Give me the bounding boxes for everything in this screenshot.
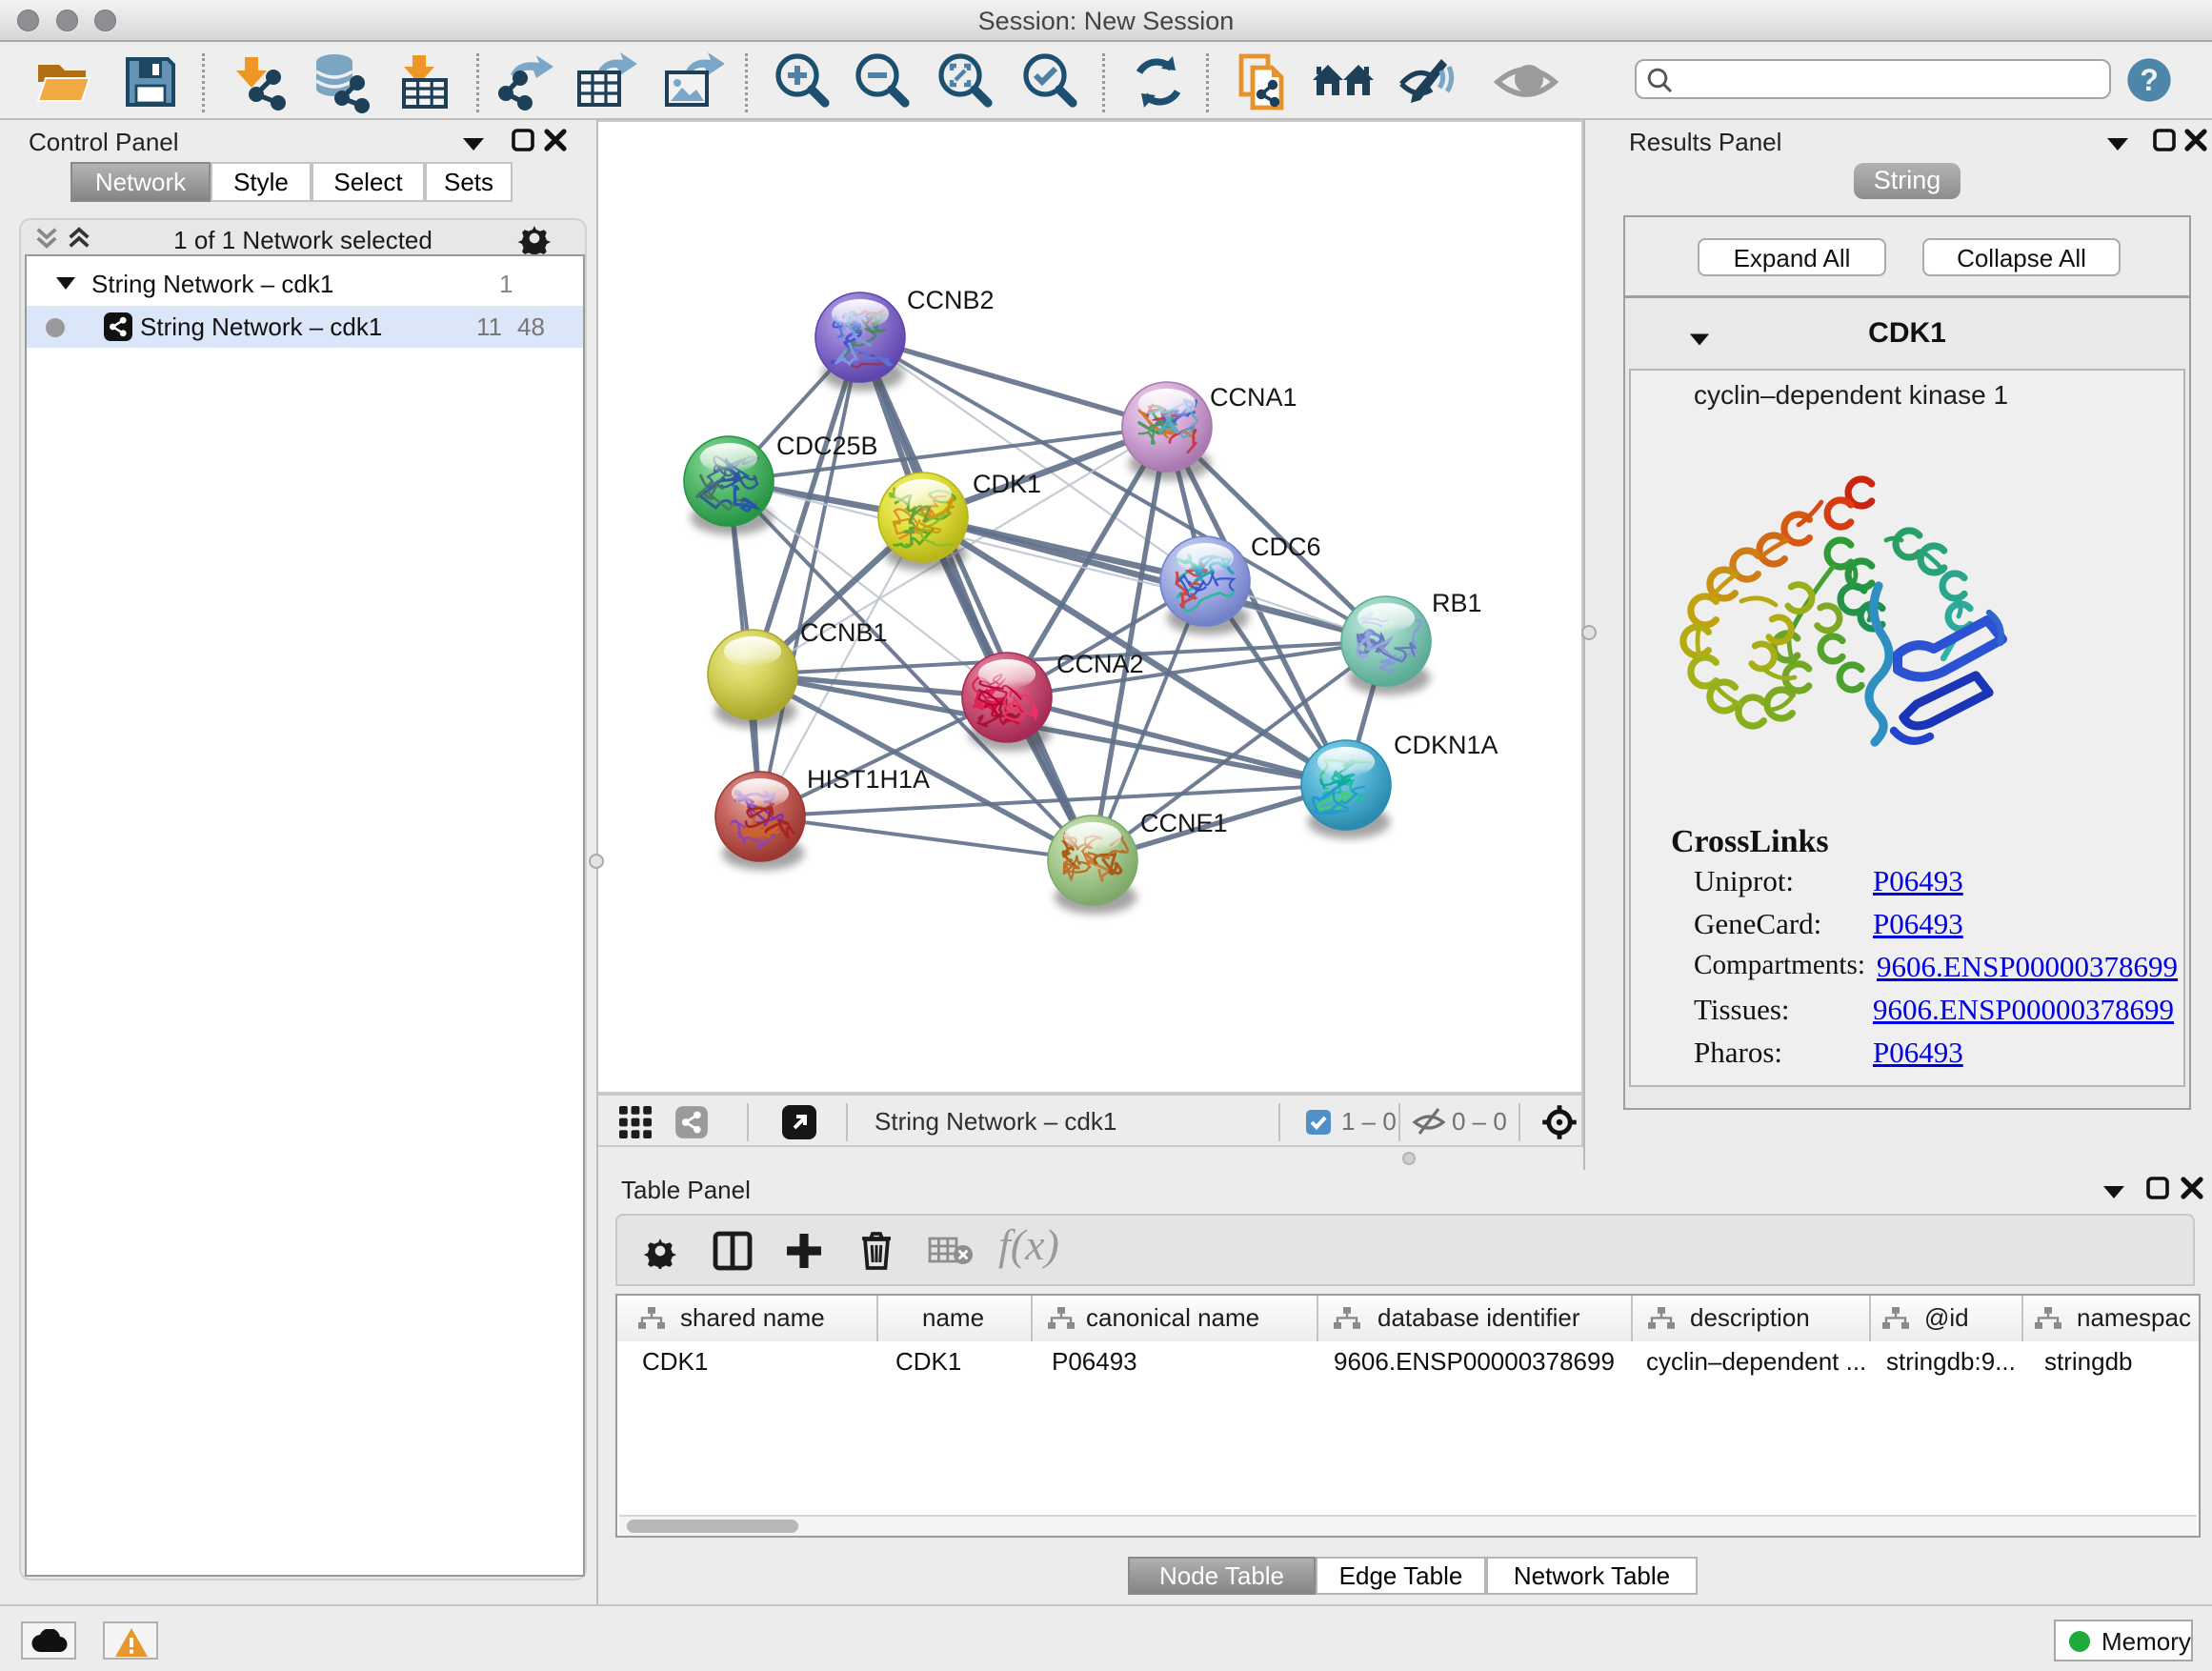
svg-text:RB1: RB1 [1432, 589, 1482, 617]
svg-text:CCNB2: CCNB2 [907, 286, 995, 314]
svg-text:CDKN1A: CDKN1A [1394, 731, 1498, 759]
svg-text:CDK1: CDK1 [973, 470, 1041, 498]
svg-text:CDC6: CDC6 [1251, 533, 1321, 561]
svg-text:CCNB1: CCNB1 [800, 618, 888, 647]
svg-text:CCNA2: CCNA2 [1056, 650, 1144, 678]
svg-text:CDC25B: CDC25B [776, 432, 878, 460]
svg-text:CCNA1: CCNA1 [1210, 383, 1297, 412]
svg-text:CCNE1: CCNE1 [1140, 809, 1228, 837]
svg-text:?: ? [2140, 63, 2159, 97]
svg-text:HIST1H1A: HIST1H1A [807, 765, 930, 794]
